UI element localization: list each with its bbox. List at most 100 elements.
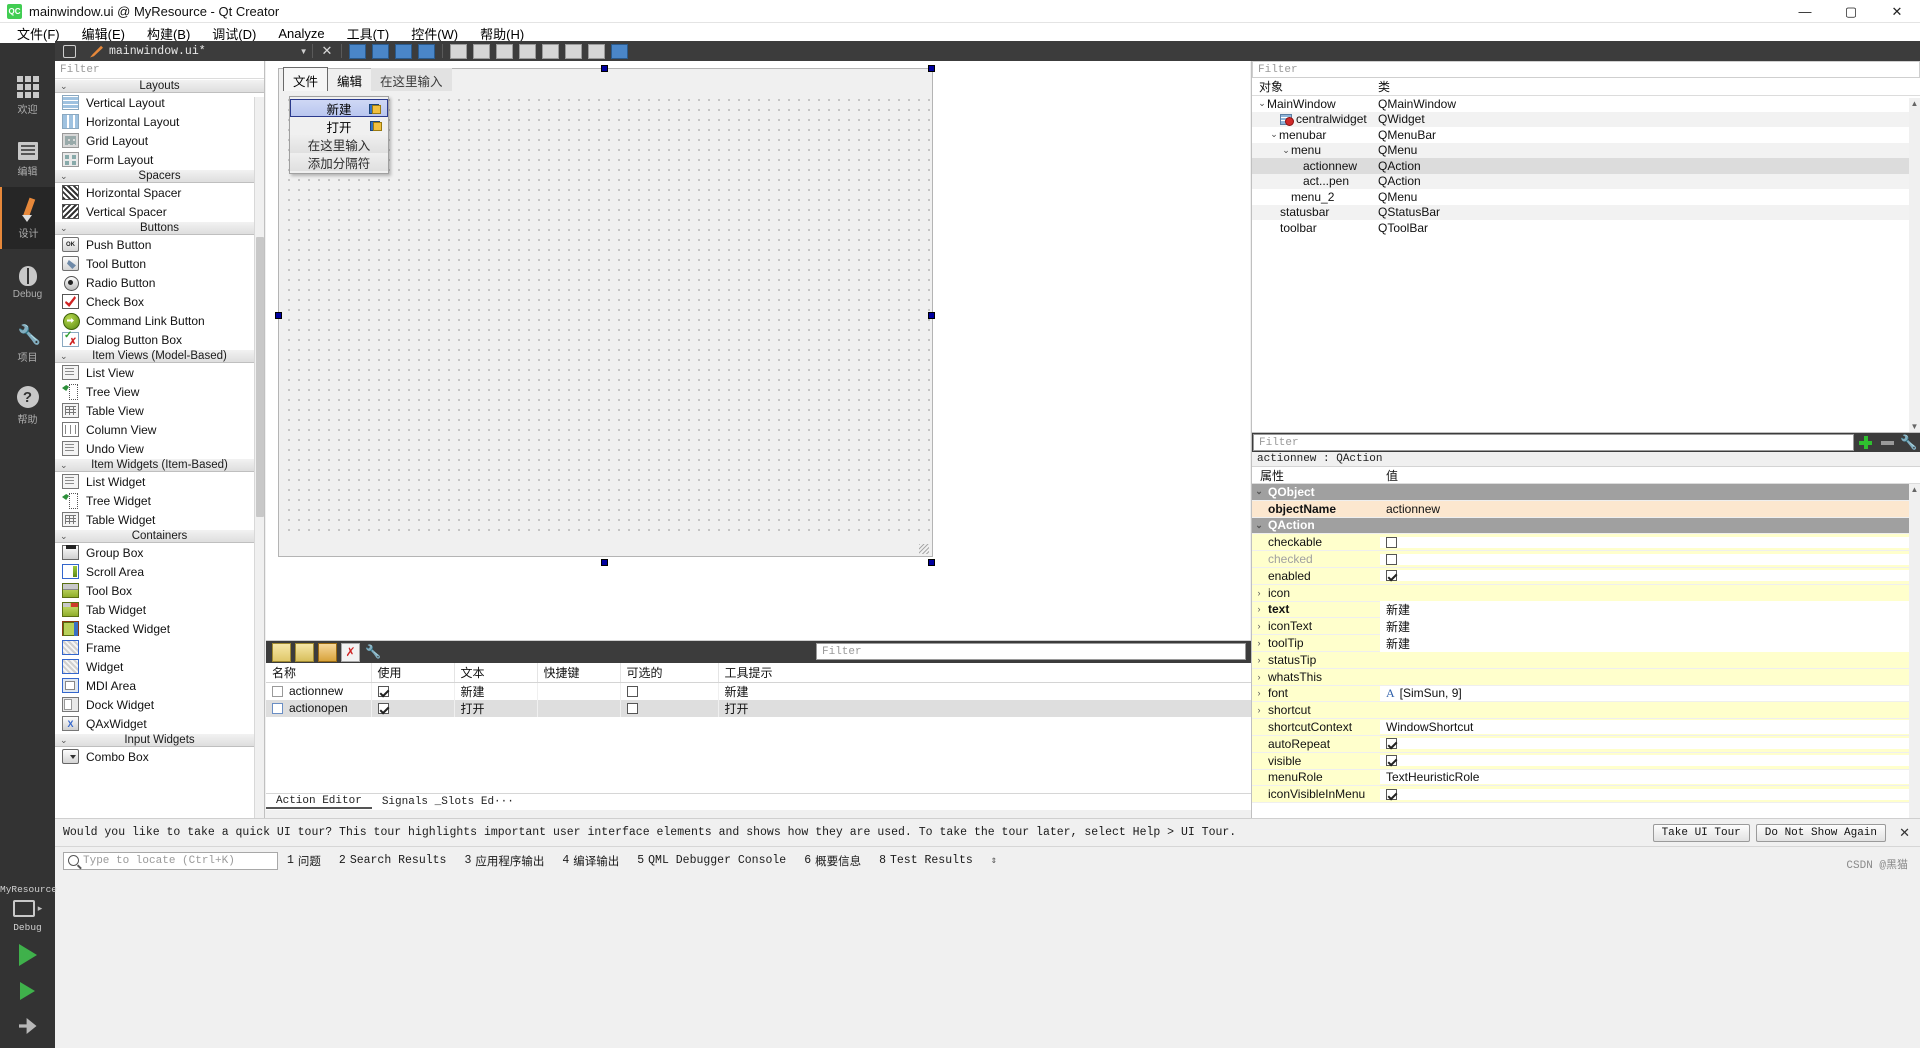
widget-group-buttons[interactable]: ⌄ Buttons bbox=[55, 221, 264, 235]
tree-row-toolbar[interactable]: toolbar QToolBar bbox=[1252, 220, 1920, 236]
widget-item-tool-button[interactable]: Tool Button bbox=[55, 254, 264, 273]
widget-item-radio-button[interactable]: Radio Button bbox=[55, 273, 264, 292]
layout-horizontally-icon[interactable] bbox=[450, 43, 468, 59]
property-row-tooltip[interactable]: › toolTip 新建 bbox=[1252, 634, 1920, 652]
tree-row-menu[interactable]: ⌄ menu QMenu bbox=[1252, 142, 1920, 158]
output-pane-overview[interactable]: 6 概要信息 bbox=[795, 853, 870, 869]
widget-item-scroll-area[interactable]: Scroll Area bbox=[55, 562, 264, 581]
widget-box-list[interactable]: ⌄ Layouts Vertical Layout Horizontal Lay… bbox=[55, 79, 264, 818]
action-name-cell[interactable]: actionnew bbox=[266, 682, 372, 700]
widget-item-table-view[interactable]: Table View bbox=[55, 401, 264, 420]
debug-run-button[interactable] bbox=[0, 974, 55, 1008]
output-pane-toggle-icon[interactable]: ⇕ bbox=[982, 855, 1005, 867]
tree-row-statusbar[interactable]: statusbar QStatusBar bbox=[1252, 204, 1920, 220]
checkbox-autorepeat[interactable] bbox=[1386, 738, 1397, 750]
menu-analyze[interactable]: Analyze bbox=[267, 24, 335, 43]
chevron-right-icon[interactable]: › bbox=[1252, 621, 1266, 631]
form-selection-area[interactable]: 文件 编辑 在这里输入 新建 打开 在这里输入 添加分隔符 bbox=[275, 65, 935, 566]
checkbox-checkable[interactable] bbox=[626, 686, 638, 697]
property-row-font[interactable]: › font A [SimSun, 9] bbox=[1252, 685, 1920, 703]
open-document-name[interactable]: mainwindow.ui* bbox=[109, 45, 206, 58]
property-row-icontext[interactable]: › iconText 新建 bbox=[1252, 617, 1920, 636]
chevron-right-icon[interactable]: › bbox=[1252, 672, 1266, 682]
output-pane-search-results[interactable]: 2 Search Results bbox=[330, 854, 456, 867]
widget-item-table-widget[interactable]: Table Widget bbox=[55, 510, 264, 529]
selection-handle-left[interactable] bbox=[275, 312, 282, 319]
widget-item-column-view[interactable]: Column View bbox=[55, 420, 264, 439]
popup-item-type-here[interactable]: 在这里输入 bbox=[290, 135, 388, 153]
column-property[interactable]: 属性 bbox=[1252, 467, 1380, 483]
property-editor-filter[interactable]: Filter bbox=[1253, 434, 1854, 451]
build-button[interactable] bbox=[0, 1008, 55, 1048]
tree-row-mainwindow[interactable]: ⌄ MainWindow QMainWindow bbox=[1252, 96, 1920, 112]
scrollbar-thumb[interactable] bbox=[256, 237, 264, 517]
selection-handle-top[interactable] bbox=[601, 65, 608, 72]
property-row-enabled[interactable]: enabled bbox=[1252, 567, 1920, 585]
property-value[interactable]: 新建 bbox=[1380, 617, 1920, 635]
output-pane-compile-output[interactable]: 4 编译输出 bbox=[553, 853, 628, 869]
chevron-down-icon[interactable]: ⌄ bbox=[1269, 129, 1279, 140]
column-checkable[interactable]: 可选的 bbox=[620, 663, 719, 683]
widget-item-mdi-area[interactable]: MDI Area bbox=[55, 676, 264, 695]
configure-property-button[interactable]: 🔧 bbox=[1898, 433, 1920, 452]
property-row-checked[interactable]: checked bbox=[1252, 551, 1920, 568]
column-used[interactable]: 使用 bbox=[371, 663, 455, 683]
mode-design[interactable]: 设计 bbox=[0, 187, 55, 249]
copy-action-icon[interactable] bbox=[295, 642, 314, 662]
checkbox-enabled[interactable] bbox=[1386, 570, 1397, 582]
widget-item-qax-widget[interactable]: QAxWidget bbox=[55, 714, 264, 733]
widget-box-filter[interactable]: Filter bbox=[55, 61, 264, 79]
run-button[interactable] bbox=[0, 936, 55, 974]
close-button[interactable]: ✕ bbox=[1874, 0, 1920, 23]
widget-item-tree-view[interactable]: Tree View bbox=[55, 382, 264, 401]
tree-row-actionnew[interactable]: actionnew QAction bbox=[1252, 158, 1920, 174]
widget-item-list-widget[interactable]: List Widget bbox=[55, 472, 264, 491]
layout-vertically-icon[interactable] bbox=[473, 43, 491, 59]
widget-item-horizontal-layout[interactable]: Horizontal Layout bbox=[55, 112, 264, 131]
mode-projects[interactable]: 🔧 项目 bbox=[0, 311, 55, 373]
build-config-label[interactable]: Debug bbox=[0, 919, 55, 936]
form-status-bar[interactable] bbox=[280, 539, 931, 556]
property-row-icon[interactable]: › icon bbox=[1252, 584, 1920, 602]
edit-widgets-icon[interactable] bbox=[349, 43, 367, 59]
scroll-up-icon[interactable]: ▲ bbox=[1909, 98, 1920, 109]
property-row-statustip[interactable]: › statusTip bbox=[1252, 651, 1920, 669]
remove-property-button[interactable] bbox=[1876, 433, 1898, 452]
checkbox-used[interactable] bbox=[377, 686, 389, 697]
widget-item-widget[interactable]: Widget bbox=[55, 657, 264, 676]
checkbox-checkable[interactable] bbox=[1386, 536, 1397, 548]
widget-item-frame[interactable]: Frame bbox=[55, 638, 264, 657]
chevron-right-icon[interactable]: › bbox=[1252, 638, 1266, 648]
column-class[interactable]: 类 bbox=[1372, 78, 1920, 95]
selection-handle-right[interactable] bbox=[928, 312, 935, 319]
property-value[interactable]: actionnew bbox=[1380, 502, 1920, 516]
configure-icon[interactable]: 🔧 bbox=[364, 643, 383, 662]
property-row-menurole[interactable]: menuRole TextHeuristicRole bbox=[1252, 769, 1920, 787]
popup-item-new[interactable]: 新建 bbox=[290, 99, 388, 117]
form-menu-bar[interactable]: 文件 编辑 在这里输入 bbox=[279, 66, 932, 94]
chevron-right-icon[interactable]: › bbox=[1252, 604, 1266, 614]
widget-group-item-views[interactable]: ⌄ Item Views (Model-Based) bbox=[55, 349, 264, 363]
popup-item-open[interactable]: 打开 bbox=[290, 117, 388, 135]
checkbox-visible[interactable] bbox=[1386, 755, 1397, 767]
column-name[interactable]: 名称 bbox=[266, 663, 372, 683]
mode-edit[interactable]: 编辑 bbox=[0, 125, 55, 187]
close-icon[interactable]: ✕ bbox=[322, 43, 333, 59]
column-text[interactable]: 文本 bbox=[454, 663, 538, 683]
widget-item-group-box[interactable]: Group Box bbox=[55, 543, 264, 562]
widget-item-push-button[interactable]: OK Push Button bbox=[55, 235, 264, 254]
chevron-down-icon[interactable]: ⌄ bbox=[1281, 145, 1291, 156]
property-value[interactable]: 新建 bbox=[1380, 634, 1920, 652]
property-value[interactable]: 新建 bbox=[1380, 600, 1920, 618]
property-row-shortcut[interactable]: › shortcut bbox=[1252, 702, 1920, 720]
property-value[interactable]: [SimSun, 9] bbox=[1400, 686, 1462, 700]
widget-item-vertical-layout[interactable]: Vertical Layout bbox=[55, 93, 264, 112]
scroll-down-icon[interactable]: ▼ bbox=[1909, 421, 1920, 432]
do-not-show-again-button[interactable]: Do Not Show Again bbox=[1755, 823, 1886, 842]
layout-grid-icon[interactable] bbox=[565, 43, 583, 59]
widget-item-form-layout[interactable]: Form Layout bbox=[55, 150, 264, 169]
widget-item-tab-widget[interactable]: Tab Widget bbox=[55, 600, 264, 619]
widget-item-horizontal-spacer[interactable]: Horizontal Spacer bbox=[55, 183, 264, 202]
delete-action-icon[interactable]: ✗ bbox=[341, 642, 360, 662]
form-designer-canvas[interactable]: 文件 编辑 在这里输入 新建 打开 在这里输入 添加分隔符 bbox=[266, 61, 1250, 640]
